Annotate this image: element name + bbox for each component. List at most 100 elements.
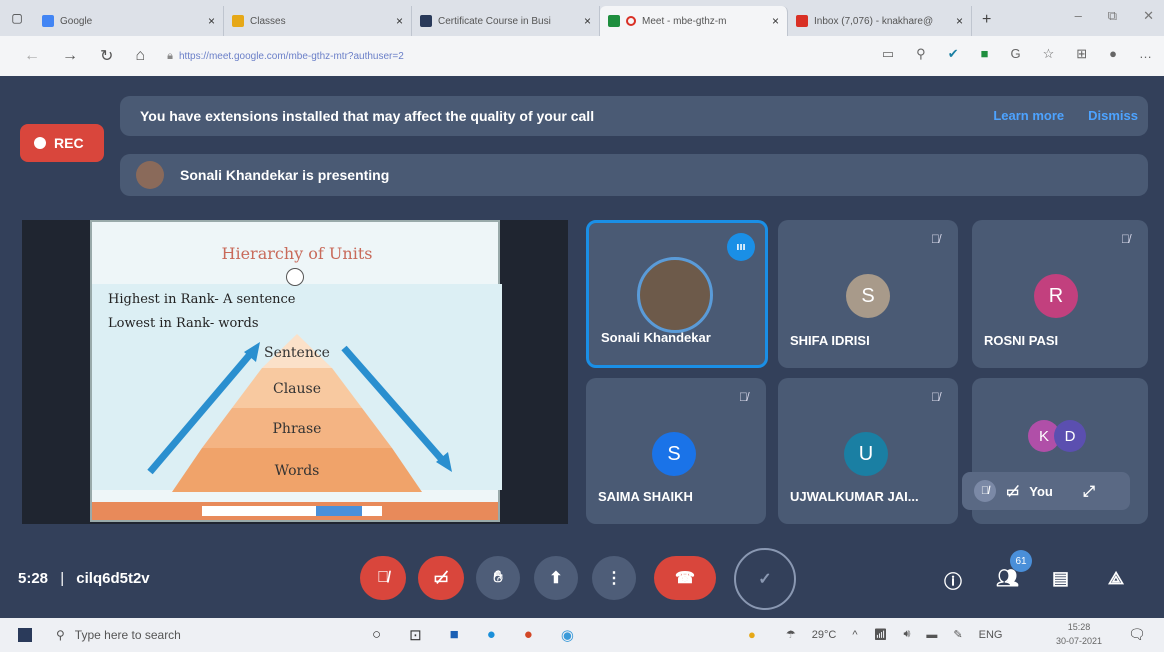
close-tab-icon[interactable]: ×: [772, 14, 779, 28]
cortana-icon[interactable]: ○: [372, 626, 381, 644]
lock-icon: 🔒︎: [167, 49, 173, 62]
photos-icon[interactable]: ◉: [561, 626, 574, 644]
self-view-bar[interactable]: 🎙̸ ▭̸ You ⤢: [962, 472, 1130, 510]
notifications-icon[interactable]: 🗨︎: [1128, 626, 1146, 643]
camera-icon[interactable]: ▭: [882, 46, 894, 62]
weather-app-icon[interactable]: ●: [748, 627, 756, 642]
windows-start-icon[interactable]: [18, 628, 32, 642]
rec-label: REC: [54, 135, 84, 151]
participant-tile-saima[interactable]: 🎙̸ S SAIMA SHAIKH: [586, 378, 766, 524]
participant-name: UJWALKUMAR JAI...: [790, 489, 919, 504]
pyramid-label-sentence: Sentence: [264, 345, 330, 361]
taskbar-apps: ○ ⊡ ■ ● ● ◉: [372, 626, 574, 644]
info-icon[interactable]: ⓘ: [944, 568, 962, 594]
tab-label: Meet - mbe-gthz-m: [642, 15, 727, 27]
more-options-button[interactable]: ⋮: [592, 556, 636, 600]
classes-icon: [232, 15, 244, 27]
word-icon[interactable]: ■: [450, 626, 459, 644]
url-field[interactable]: 🔒︎ https://meet.google.com/mbe-gthz-mtr?…: [167, 50, 404, 63]
collections-icon[interactable]: ⊞: [1076, 46, 1087, 62]
recording-badge[interactable]: REC: [20, 124, 104, 162]
hang-up-icon: ☎︎: [675, 570, 695, 587]
tab-meet[interactable]: Meet - mbe-gthz-m ×: [600, 6, 788, 36]
presentation-stage[interactable]: Hierarchy of Units Highest in Rank- A se…: [22, 220, 568, 524]
chevron-up-icon[interactable]: ^: [852, 629, 857, 641]
taskbar-search[interactable]: ⚲ Type here to search: [56, 622, 338, 648]
people-icon[interactable]: 👥︎: [996, 568, 1019, 589]
check-button[interactable]: ✓: [734, 548, 796, 610]
new-tab-button[interactable]: +: [972, 11, 1001, 29]
mic-off-icon: 🎙̸: [377, 569, 389, 586]
activities-icon[interactable]: ⟁: [1108, 568, 1124, 589]
participant-name: Sonali Khandekar: [601, 330, 711, 345]
participant-tile-shifa[interactable]: 🎙̸ S SHIFA IDRISI: [778, 220, 958, 368]
presenter-avatar: [136, 161, 164, 189]
minimize-button[interactable]: –: [1075, 8, 1082, 24]
chat-icon[interactable]: ▤: [1052, 568, 1069, 589]
tab-actions-icon[interactable]: ▢: [0, 11, 34, 25]
profile-icon[interactable]: ●: [1109, 46, 1117, 62]
close-window-button[interactable]: ✕: [1143, 8, 1154, 24]
weather-icon: ☂: [785, 629, 796, 641]
more-icon[interactable]: …: [1139, 46, 1152, 62]
search-icon: ⚲: [56, 628, 65, 642]
mic-off-icon: 🎙̸: [931, 390, 940, 404]
tab-label: Inbox (7,076) - knakhare@: [814, 15, 934, 27]
browser-toolbar-icons: ▭ ⚲ ✔ ■ G ☆ ⊞ ● …: [882, 46, 1152, 62]
present-screen-icon: ⬆: [549, 570, 563, 587]
dismiss-link[interactable]: Dismiss: [1088, 108, 1138, 123]
battery-icon[interactable]: ▬: [926, 629, 937, 641]
refresh-icon[interactable]: ↻: [100, 46, 113, 66]
hand-icon: ✋︎: [493, 569, 503, 586]
check-icon: ✓: [758, 571, 772, 588]
favorites-icon[interactable]: ☆: [1043, 46, 1055, 62]
forward-icon[interactable]: →: [62, 47, 78, 65]
grammarly-icon[interactable]: G: [1010, 46, 1020, 62]
leave-call-button[interactable]: ☎︎: [654, 556, 716, 600]
camera-toggle-button[interactable]: ▭̸: [418, 556, 464, 600]
pen-icon[interactable]: ✎: [953, 628, 962, 641]
participant-tile-rosni[interactable]: 🎙̸ R ROSNI PASI: [972, 220, 1148, 368]
pyramid-label-clause: Clause: [272, 381, 322, 397]
language-indicator[interactable]: ENG: [979, 629, 1003, 641]
learn-more-link[interactable]: Learn more: [993, 108, 1064, 123]
extension-icon[interactable]: ⚲: [916, 46, 926, 62]
gmail-icon: [796, 15, 808, 27]
expand-icon[interactable]: ⤢: [1083, 483, 1095, 500]
edge-icon[interactable]: ●: [487, 626, 496, 644]
meet-icon: [608, 15, 620, 27]
camera-off-icon[interactable]: ▭̸: [1006, 483, 1019, 500]
close-tab-icon[interactable]: ×: [208, 14, 215, 28]
tab-classes[interactable]: Classes ×: [224, 6, 412, 36]
powerpoint-icon[interactable]: ●: [524, 626, 533, 644]
close-tab-icon[interactable]: ×: [956, 14, 963, 28]
sheet-icon[interactable]: ■: [981, 46, 989, 62]
task-view-icon[interactable]: ⊡: [409, 626, 422, 644]
network-icon[interactable]: 📶︎: [873, 628, 887, 641]
weather-temp[interactable]: 29°C: [812, 629, 837, 641]
tab-google[interactable]: Google ×: [34, 6, 224, 36]
present-button[interactable]: ⬆: [534, 556, 578, 600]
url-text: https://meet.google.com/mbe-gthz-mtr?aut…: [178, 50, 404, 62]
participant-tile-sonali[interactable]: ııı Sonali Khandekar: [586, 220, 768, 368]
check-icon[interactable]: ✔: [948, 46, 959, 62]
maximize-button[interactable]: ⧉: [1108, 8, 1117, 24]
participant-tile-ujwalkumar[interactable]: 🎙̸ U UJWALKUMAR JAI...: [778, 378, 958, 524]
back-icon[interactable]: ←: [24, 47, 40, 65]
close-tab-icon[interactable]: ×: [584, 14, 591, 28]
slide-title: Hierarchy of Units: [221, 244, 373, 263]
close-tab-icon[interactable]: ×: [396, 14, 403, 28]
volume-icon[interactable]: 🔊︎: [903, 628, 910, 641]
raise-hand-button[interactable]: ✋︎: [476, 556, 520, 600]
home-icon[interactable]: ⌂: [135, 47, 145, 65]
taskbar-clock[interactable]: 15:28 30-07-2021: [1056, 620, 1102, 648]
tab-inbox[interactable]: Inbox (7,076) - knakhare@ ×: [788, 6, 972, 36]
avatar: D: [1054, 420, 1086, 452]
course-icon: [420, 15, 432, 27]
mic-off-icon[interactable]: 🎙̸: [974, 480, 996, 502]
mic-toggle-button[interactable]: 🎙̸: [360, 556, 406, 600]
camera-off-icon: ▭̸: [433, 570, 449, 587]
extension-warning-banner: You have extensions installed that may a…: [120, 96, 1148, 136]
tab-certificate-course[interactable]: Certificate Course in Busi ×: [412, 6, 600, 36]
avatar: [637, 257, 713, 333]
